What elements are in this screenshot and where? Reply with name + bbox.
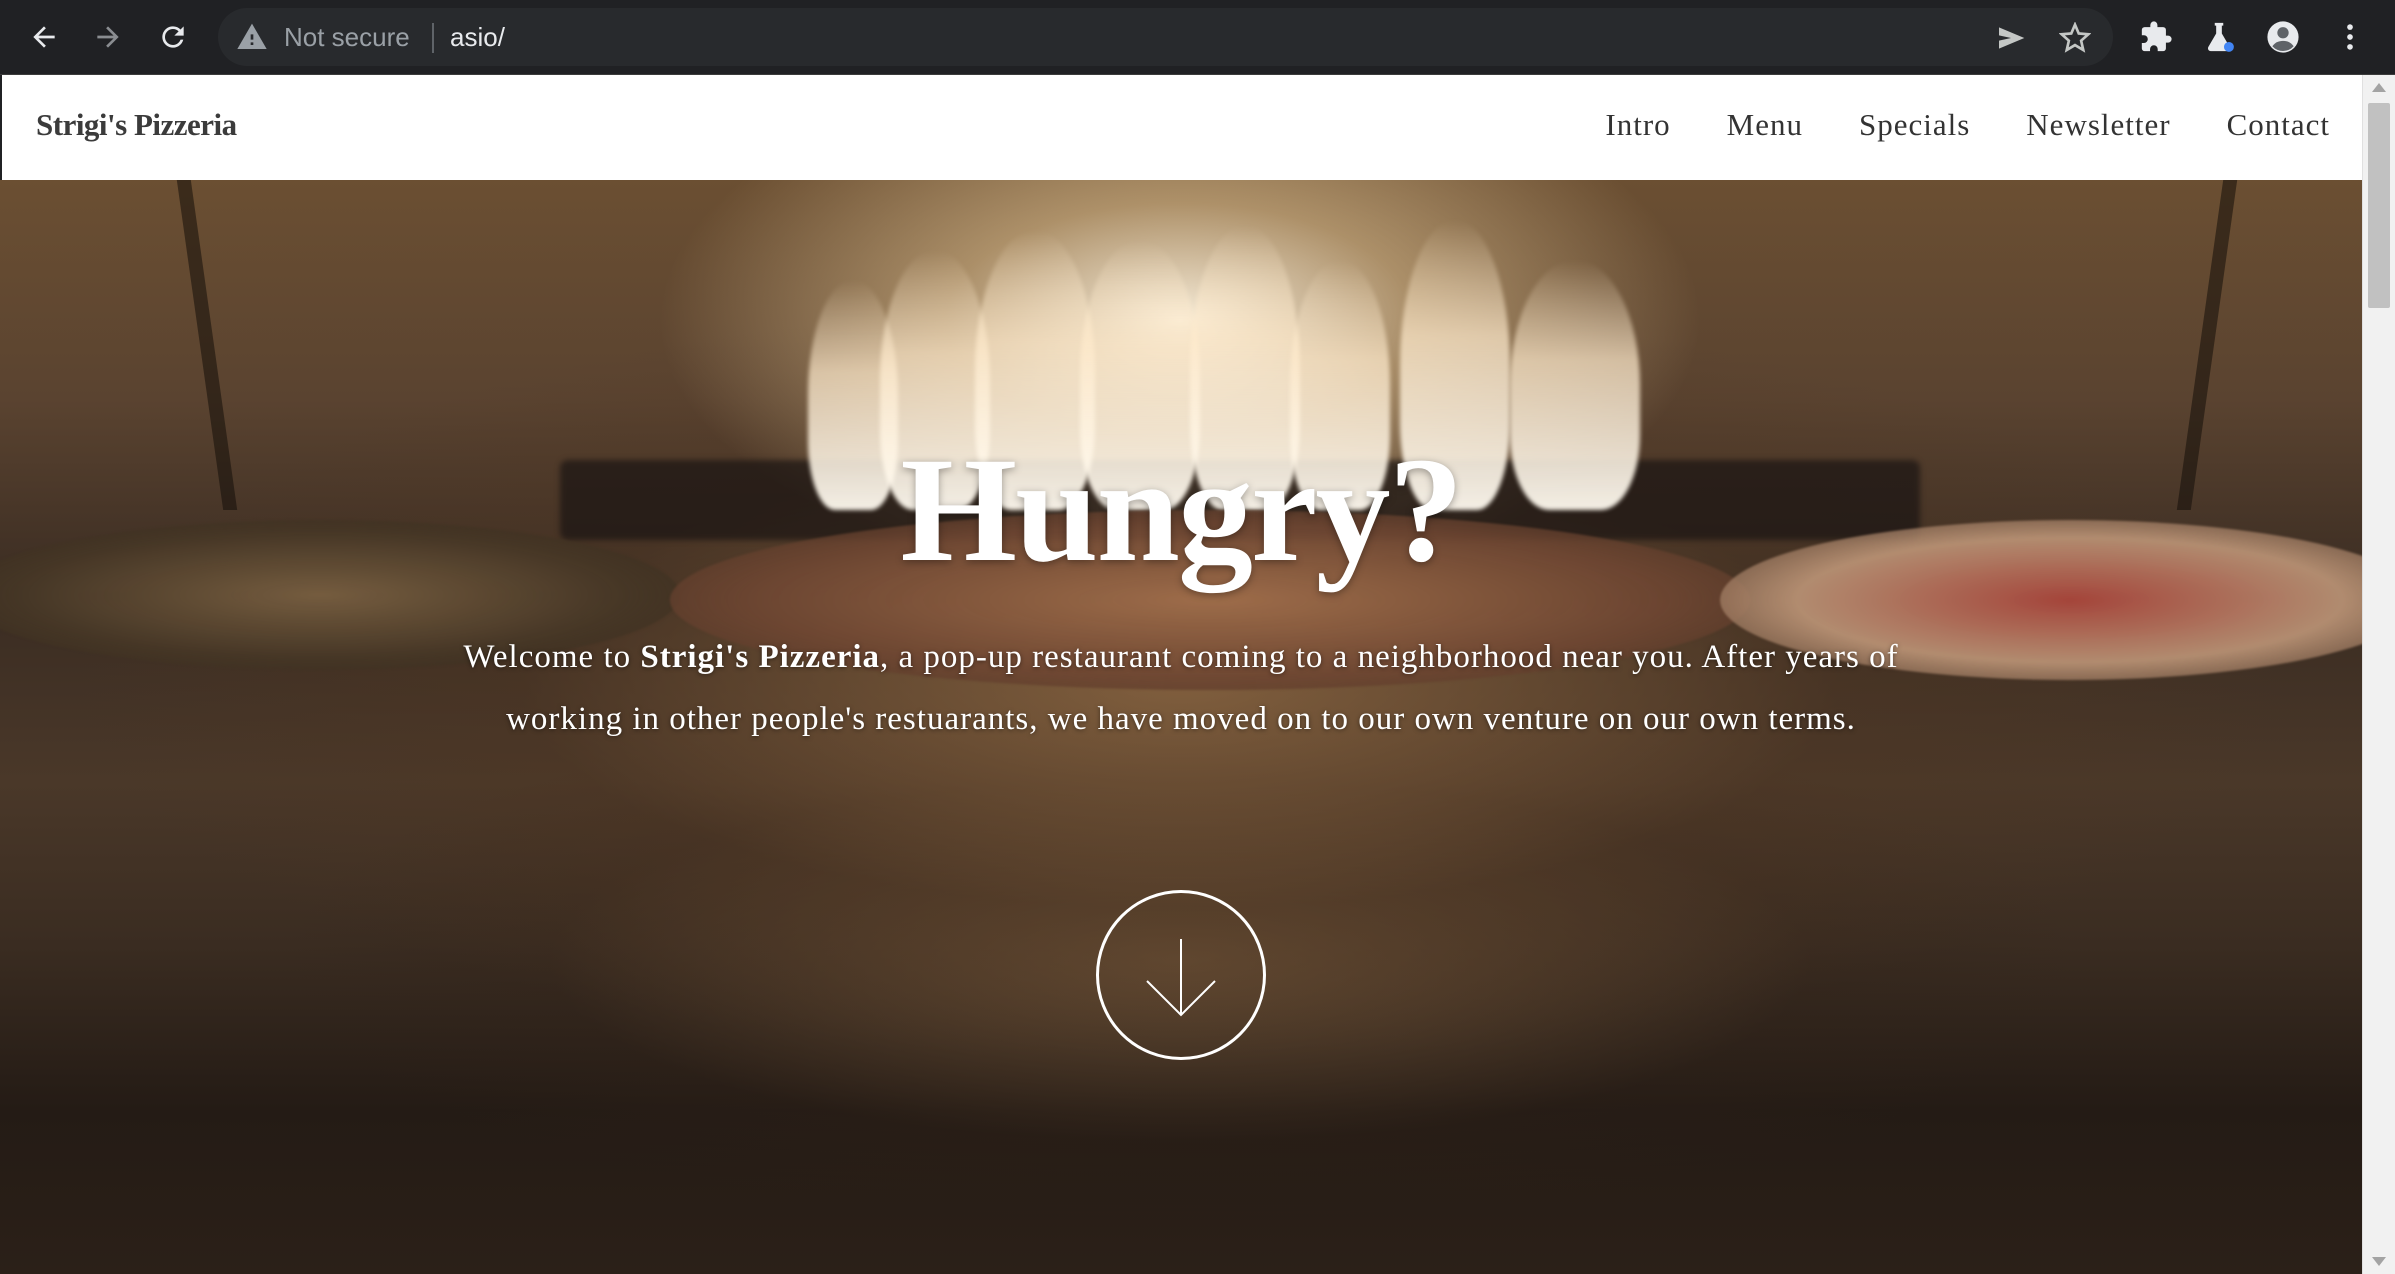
back-button[interactable] <box>21 14 67 60</box>
scroll-up-arrow-icon[interactable] <box>2372 83 2386 92</box>
hero-intro-text: Welcome to Strigi's Pizzeria, a pop-up r… <box>420 626 1942 750</box>
site-brand[interactable]: Strigi's Pizzeria <box>36 107 237 143</box>
star-icon[interactable] <box>2059 22 2091 54</box>
nav-link-menu[interactable]: Menu <box>1727 107 1803 143</box>
scroll-down-arrow-icon[interactable] <box>2372 1257 2386 1266</box>
security-status[interactable]: Not secure <box>284 22 410 52</box>
nav-link-newsletter[interactable]: Newsletter <box>2026 107 2170 143</box>
forward-arrow-icon <box>97 26 119 48</box>
hero-section: Hungry? Welcome to Strigi's Pizzeria, a … <box>0 180 2362 1274</box>
account-circle-icon <box>2267 21 2299 53</box>
profile-button[interactable] <box>2260 14 2306 60</box>
labs-button[interactable] <box>2196 14 2242 60</box>
puzzle-icon <box>2141 21 2172 52</box>
nav-link-intro[interactable]: Intro <box>1605 107 1670 143</box>
intro-prefix: Welcome to <box>463 639 641 675</box>
flask-icon <box>2207 22 2234 52</box>
scroll-down-button[interactable] <box>1096 890 1266 1060</box>
reload-button[interactable] <box>150 14 196 60</box>
nav-link-specials[interactable]: Specials <box>1859 107 1970 143</box>
scroll-thumb[interactable] <box>2368 103 2390 308</box>
extensions-button[interactable] <box>2133 14 2179 60</box>
url-text[interactable]: asio/ <box>450 22 505 52</box>
browser-toolbar: Not secure asio/ <box>0 0 2395 75</box>
omnibox-divider <box>432 23 434 53</box>
forward-button[interactable] <box>85 14 131 60</box>
nav-link-contact[interactable]: Contact <box>2227 107 2330 143</box>
send-tab-icon[interactable] <box>1995 22 2027 54</box>
back-arrow-icon <box>33 26 55 48</box>
intro-brand: Strigi's Pizzeria <box>640 639 881 675</box>
hero-title: Hungry? <box>900 427 1463 593</box>
reload-icon <box>162 26 184 48</box>
browser-menu-button[interactable] <box>2327 14 2373 60</box>
site-navbar: Strigi's Pizzeria Intro Menu Specials Ne… <box>0 75 2362 180</box>
kebab-menu-icon <box>2347 24 2353 50</box>
arrow-down-icon <box>1146 939 1216 1017</box>
page-viewport: Strigi's Pizzeria Intro Menu Specials Ne… <box>0 75 2395 1274</box>
hero-content: Hungry? Welcome to Strigi's Pizzeria, a … <box>0 180 2362 1274</box>
warning-triangle-icon[interactable] <box>236 21 268 53</box>
page-scrollbar[interactable] <box>2362 75 2395 1274</box>
nav-links: Intro Menu Specials Newsletter Contact <box>1605 107 2330 143</box>
address-bar[interactable]: Not secure asio/ <box>218 8 2113 66</box>
